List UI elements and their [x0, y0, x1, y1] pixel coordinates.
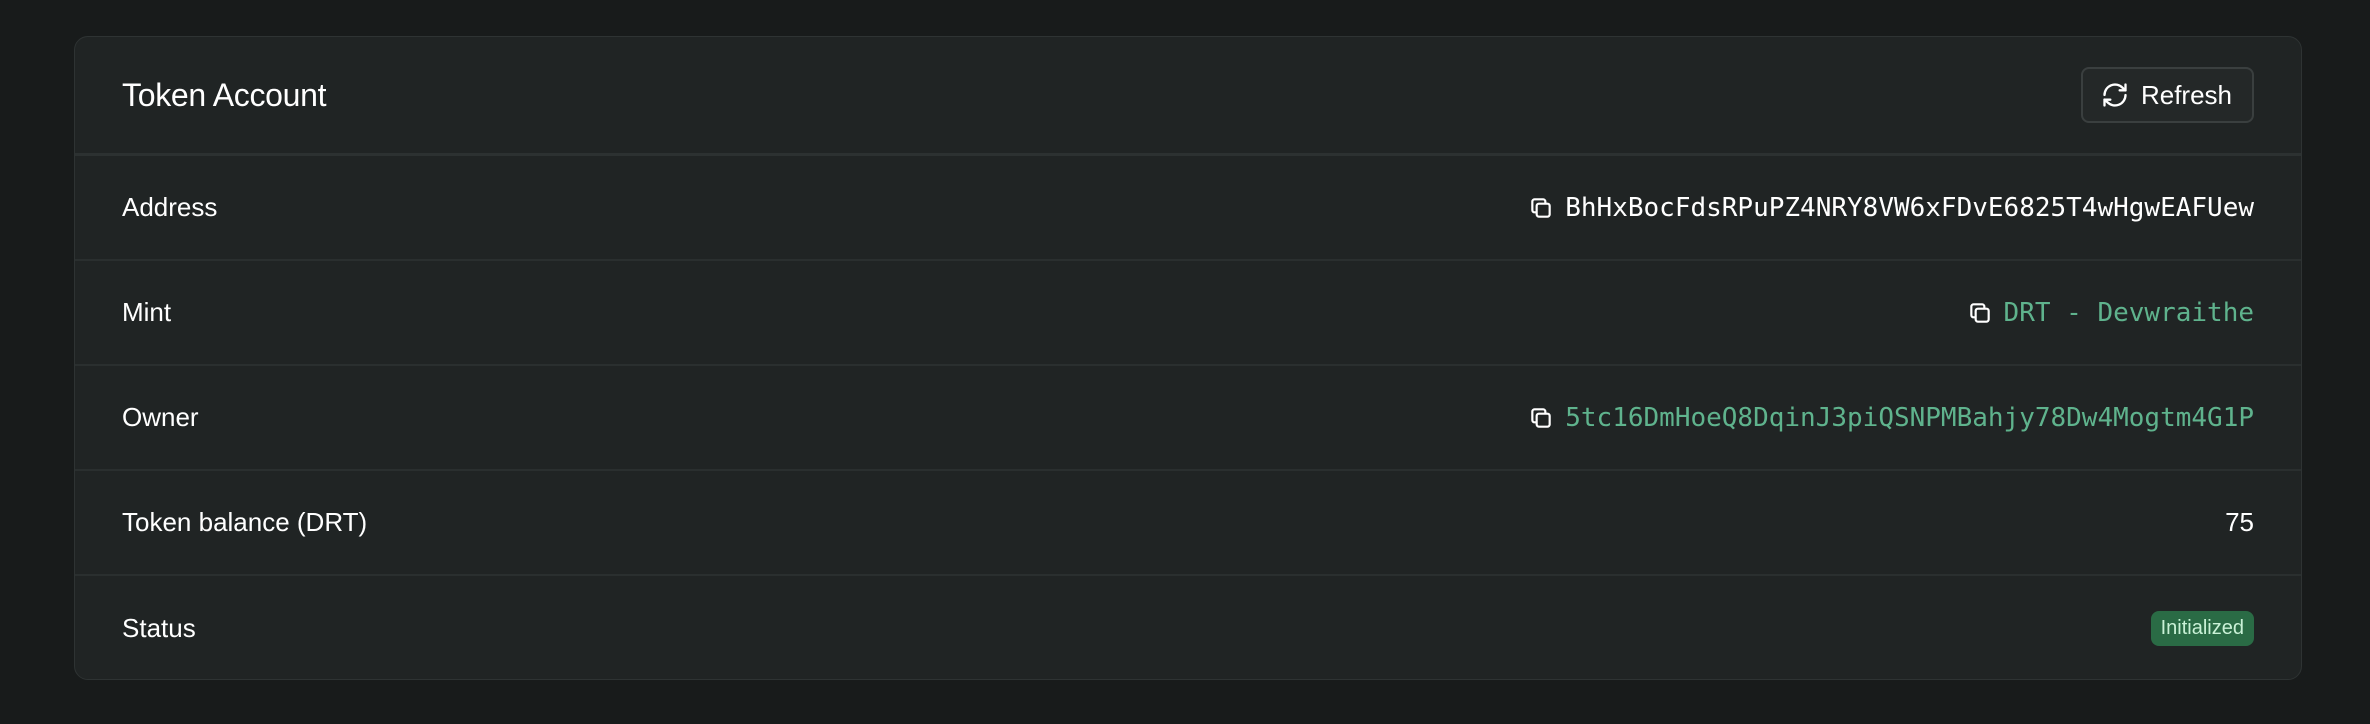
card-title: Token Account	[122, 76, 327, 113]
row-token-balance: Token balance (DRT) 75	[75, 471, 2301, 576]
owner-label: Owner	[122, 402, 199, 432]
mint-label: Mint	[122, 297, 172, 327]
address-value: BhHxBocFdsRPuPZ4NRY8VW6xFDvE6825T4wHgwEA…	[1565, 192, 2254, 223]
address-value-group: BhHxBocFdsRPuPZ4NRY8VW6xFDvE6825T4wHgwEA…	[1527, 193, 2254, 223]
row-owner: Owner 5tc16DmHoeQ8DqinJ3piQSNPMBahjy78Dw…	[75, 366, 2301, 471]
owner-value-group: 5tc16DmHoeQ8DqinJ3piQSNPMBahjy78Dw4Mogtm…	[1527, 403, 2254, 433]
refresh-icon	[2101, 81, 2129, 109]
token-balance-label: Token balance (DRT)	[122, 507, 368, 537]
row-address: Address BhHxBocFdsRPuPZ4NRY8VW6xFDvE6825…	[75, 156, 2301, 261]
card-header: Token Account Refresh	[75, 37, 2301, 156]
refresh-button[interactable]: Refresh	[2080, 67, 2254, 123]
row-mint: Mint DRT - Devwraithe	[75, 261, 2301, 366]
copy-icon[interactable]	[1966, 299, 1994, 327]
copy-icon[interactable]	[1527, 194, 1555, 222]
owner-link[interactable]: 5tc16DmHoeQ8DqinJ3piQSNPMBahjy78Dw4Mogtm…	[1565, 403, 2254, 433]
status-badge: Initialized	[2150, 611, 2254, 646]
copy-icon[interactable]	[1527, 404, 1555, 432]
row-status: Status Initialized	[75, 576, 2301, 679]
mint-link[interactable]: DRT - Devwraithe	[2004, 298, 2254, 328]
address-label: Address	[122, 192, 218, 222]
status-label: Status	[122, 613, 196, 643]
token-account-card: Token Account Refresh Address BhHxBocFds…	[74, 36, 2302, 680]
mint-value-group: DRT - Devwraithe	[1966, 298, 2254, 328]
refresh-label: Refresh	[2140, 79, 2232, 110]
token-balance-value: 75	[2225, 507, 2254, 537]
